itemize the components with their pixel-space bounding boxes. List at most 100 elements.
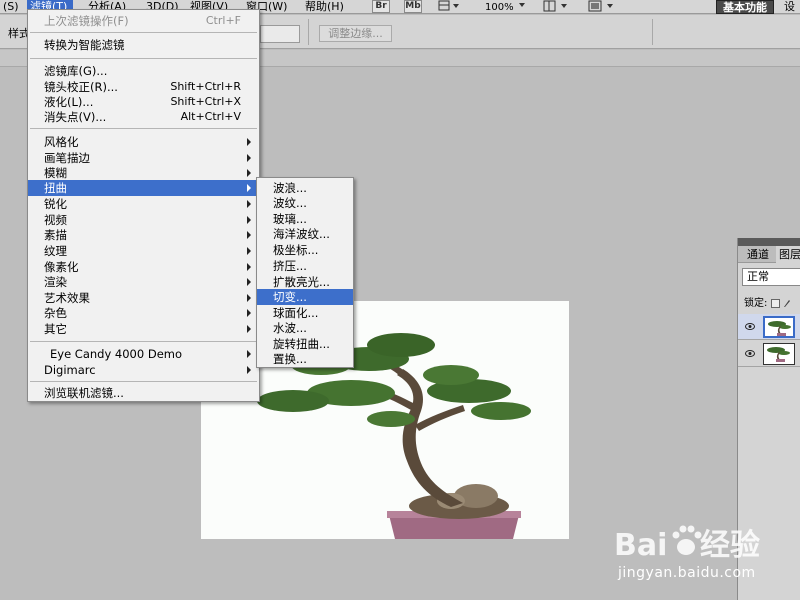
menu-item-render[interactable]: 渲染 [28,274,259,290]
blend-mode-select[interactable]: 正常 [742,268,800,286]
menu-select[interactable]: (S) [0,0,22,14]
menu-item-video[interactable]: 视频 [28,212,259,228]
menu-item-label: 波浪... [273,181,307,195]
layer-thumbnail [763,316,795,338]
submenu-item-pinch[interactable]: 挤压... [257,258,353,274]
submenu-item-wave[interactable]: 波浪... [257,180,353,196]
view-extras-icon [438,0,459,11]
height-field[interactable] [260,25,300,43]
submenu-item-glass[interactable]: 玻璃... [257,211,353,227]
eye-icon[interactable] [745,350,755,357]
svg-text:经验: 经验 [700,528,760,563]
menu-item-sketch[interactable]: 素描 [28,227,259,243]
view-extras-button[interactable] [438,0,462,16]
submenu-item-ripple[interactable]: 波纹... [257,195,353,211]
menu-item-label: 浏览联机滤镜... [44,386,124,400]
menu-item-brush-strokes[interactable]: 画笔描边 [28,150,259,166]
menu-item-label: 扩散亮光... [273,275,330,289]
menu-item-label: 镜头校正(R)... [44,80,118,94]
submenu-arrow-icon [247,184,251,192]
menu-item-label: 置换... [273,352,307,366]
workspace-more-button[interactable]: 设 [784,0,795,13]
menu-item-browse-filters-online[interactable]: 浏览联机滤镜... [28,385,259,401]
menu-item-convert-smart-filters[interactable]: 转换为智能滤镜 [28,37,259,53]
menu-separator [30,58,257,59]
refine-edge-button[interactable]: 调整边缘... [319,25,392,42]
menu-separator [30,32,257,33]
menu-item-sharpen[interactable]: 锐化 [28,196,259,212]
tab-layers[interactable]: 图层 [776,246,800,263]
menu-item-last-filter: 上次滤镜操作(F) Ctrl+F [28,13,259,29]
arrange-documents-button[interactable] [543,0,573,16]
menu-item-noise[interactable]: 杂色 [28,305,259,321]
menu-item-shortcut: Alt+Ctrl+V [180,110,241,123]
submenu-item-polar-coordinates[interactable]: 极坐标... [257,242,353,258]
menu-item-blur[interactable]: 模糊 [28,165,259,181]
menu-item-artistic[interactable]: 艺术效果 [28,290,259,306]
menu-item-label: 画笔描边 [44,151,90,165]
menu-separator [30,128,257,129]
bonsai-thumbnail [767,347,790,362]
bridge-button[interactable]: Br [372,0,390,13]
menu-item-label: 转换为智能滤镜 [44,38,125,52]
workspace-essentials-button[interactable]: 基本功能 [716,0,774,14]
submenu-item-shear[interactable]: 切变... [257,289,353,305]
submenu-item-displace[interactable]: 置换... [257,351,353,367]
submenu-item-zigzag[interactable]: 水波... [257,320,353,336]
menu-item-other[interactable]: 其它 [28,321,259,337]
lock-row: 锁定: [744,294,791,309]
menu-item-filter-gallery[interactable]: 滤镜库(G)... [28,63,259,79]
submenu-arrow-icon [247,216,251,224]
mini-bridge-button[interactable]: Mb [404,0,422,13]
menu-item-label: 艺术效果 [44,291,90,305]
menu-item-label: 切变... [273,290,307,304]
menu-item-texture[interactable]: 纹理 [28,243,259,259]
menu-help[interactable]: 帮助(H) [302,0,347,14]
layer-thumbnail [763,343,795,365]
paw-icon [672,525,702,555]
menu-item-shortcut: Ctrl+F [205,14,241,27]
menu-item-label: 挤压... [273,259,307,273]
menu-item-label: 消失点(V)... [44,110,107,124]
layer-row[interactable] [738,341,800,367]
menu-item-label: 锐化 [44,197,67,211]
submenu-arrow-icon [247,325,251,333]
panel-header-bar[interactable] [738,238,800,246]
layer-row[interactable] [738,314,800,340]
lock-transparency-icon[interactable] [770,298,780,308]
lock-label: 锁定: [744,298,768,309]
menu-item-stylize[interactable]: 风格化 [28,134,259,150]
baidu-jingyan-watermark: Bai 经验 jingyan.baidu.com [612,515,792,595]
menu-item-eye-candy[interactable]: Eye Candy 4000 Demo [28,346,259,362]
submenu-item-diffuse-glow[interactable]: 扩散亮光... [257,274,353,290]
menu-item-label: 渲染 [44,275,67,289]
menu-item-label: 液化(L)... [44,95,94,109]
menu-item-distort[interactable]: 扭曲 [28,180,259,196]
eye-icon[interactable] [745,323,755,330]
submenu-item-ocean-ripple[interactable]: 海洋波纹... [257,226,353,242]
menu-item-label: 上次滤镜操作(F) [44,14,129,28]
menu-item-label: 极坐标... [273,243,319,257]
menu-item-label: 杂色 [44,306,67,320]
menu-item-lens-correction[interactable]: 镜头校正(R)... Shift+Ctrl+R [28,79,259,95]
menu-item-vanishing-point[interactable]: 消失点(V)... Alt+Ctrl+V [28,109,259,125]
submenu-item-twirl[interactable]: 旋转扭曲... [257,336,353,352]
baidu-logo: Bai 经验 [614,525,760,563]
screen-mode-button[interactable] [588,0,618,16]
lock-brush-icon[interactable] [783,298,791,308]
menu-item-liquify[interactable]: 液化(L)... Shift+Ctrl+X [28,94,259,110]
submenu-arrow-icon [247,169,251,177]
menu-item-pixelate[interactable]: 像素化 [28,259,259,275]
bonsai-thumbnail [768,321,791,336]
filter-menu: 上次滤镜操作(F) Ctrl+F 转换为智能滤镜 滤镜库(G)... 镜头校正(… [27,9,260,402]
menu-item-label: 水波... [273,321,307,335]
menu-item-shortcut: Shift+Ctrl+X [170,95,241,108]
zoom-level[interactable]: 100% [485,0,527,14]
menu-item-label: 旋转扭曲... [273,337,330,351]
menu-item-digimarc[interactable]: Digimarc [28,362,259,378]
menu-item-label: 滤镜库(G)... [44,64,108,78]
submenu-item-spherize[interactable]: 球面化... [257,305,353,321]
submenu-arrow-icon [247,294,251,302]
submenu-arrow-icon [247,366,251,374]
tab-channels[interactable]: 通道 [744,246,769,263]
